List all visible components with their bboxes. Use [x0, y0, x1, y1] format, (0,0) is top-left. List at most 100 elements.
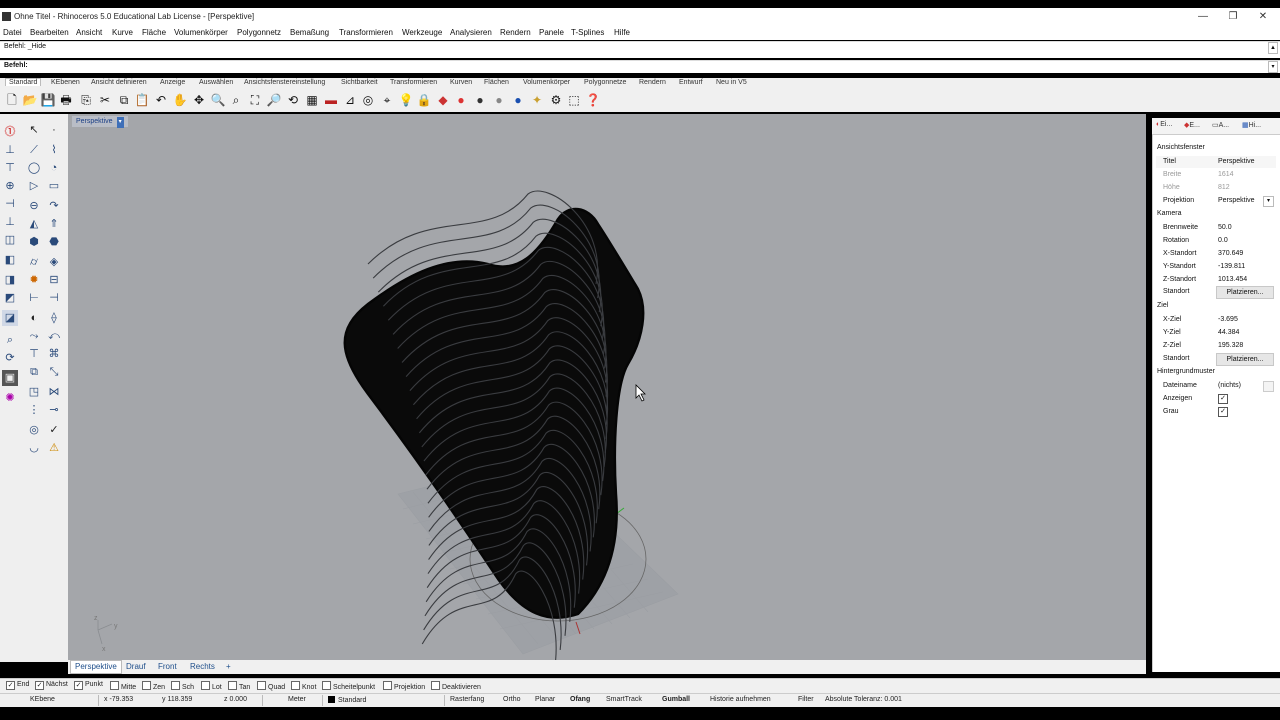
set-view-icon[interactable]: ⊣: [2, 196, 18, 212]
triangle-icon[interactable]: ▷: [26, 178, 42, 194]
osnap-naechst-checkbox[interactable]: ✓: [35, 681, 44, 690]
zoom-extents-icon[interactable]: ⛶: [247, 92, 263, 108]
check-icon[interactable]: ✓: [46, 422, 62, 438]
osnap-zen[interactable]: Zen: [142, 681, 165, 691]
menu-kurve[interactable]: Kurve: [112, 28, 133, 37]
new-file-icon[interactable]: 🗋: [4, 92, 20, 108]
osnap-lot[interactable]: Lot: [201, 681, 222, 691]
print-icon[interactable]: 🖶: [58, 92, 74, 108]
zoom-icon[interactable]: 🔍: [210, 92, 226, 108]
tab-entwurf[interactable]: Entwurf: [676, 79, 706, 86]
tab-ansichtsfenstereinstellung[interactable]: Ansichtsfenstereinstellung: [241, 79, 328, 86]
trim-icon[interactable]: ⊤: [26, 346, 42, 362]
settings-wheel-icon[interactable]: ✺: [2, 390, 18, 406]
import-icon[interactable]: ⎘: [78, 92, 94, 108]
osnap-deaktivieren-checkbox[interactable]: [431, 681, 440, 690]
command-line[interactable]: Befehl: ▾: [0, 60, 1280, 73]
rectangle-icon[interactable]: ▭: [46, 178, 62, 194]
rotate-view-icon[interactable]: ✥: [191, 92, 207, 108]
status-rasterfang[interactable]: Rasterfang: [450, 696, 484, 703]
prop-cam-x-value[interactable]: 370.649: [1218, 250, 1243, 257]
prop-rotation-value[interactable]: 0.0: [1218, 237, 1228, 244]
prop-tgt-y-value[interactable]: 44.384: [1218, 329, 1239, 336]
tab-rendern[interactable]: Rendern: [636, 79, 669, 86]
pan-hand-icon[interactable]: ✋: [172, 92, 188, 108]
osnap-tan-checkbox[interactable]: [228, 681, 237, 690]
prop-lens-value[interactable]: 50.0: [1218, 224, 1232, 231]
osnap-deaktivieren[interactable]: Deaktivieren: [431, 681, 481, 691]
menu-transformieren[interactable]: Transformieren: [339, 28, 393, 37]
mirror-icon[interactable]: ⋈: [46, 384, 62, 400]
join-icon[interactable]: ⤳: [26, 328, 42, 344]
prop-projection-select[interactable]: Perspektive: [1218, 197, 1255, 204]
paste-icon[interactable]: 📋: [134, 92, 150, 108]
menu-volumenkoerper[interactable]: Volumenkörper: [174, 28, 228, 37]
menu-tsplines[interactable]: T-Splines: [571, 28, 604, 37]
drop-icon[interactable]: ◐: [26, 310, 42, 326]
camera-place-button[interactable]: Platzieren...: [1216, 286, 1274, 299]
menu-rendern[interactable]: Rendern: [500, 28, 531, 37]
cylinder-icon[interactable]: ⌭: [26, 254, 42, 270]
status-historie[interactable]: Historie aufnehmen: [710, 696, 771, 703]
circle-icon[interactable]: ◯: [26, 160, 42, 176]
tab-polygonnetze[interactable]: Polygonnetze: [581, 79, 629, 86]
status-ortho[interactable]: Ortho: [503, 696, 521, 703]
history-scrollbar[interactable]: ▲: [1268, 42, 1278, 54]
cplane-world-icon[interactable]: ⊥: [2, 214, 18, 230]
solid-union-icon[interactable]: ⬣: [46, 234, 62, 250]
cut-icon[interactable]: ✂: [97, 92, 113, 108]
status-smarttrack[interactable]: SmartTrack: [606, 696, 642, 703]
close-button[interactable]: ✕: [1250, 10, 1276, 24]
osnap-end-checkbox[interactable]: ✓: [6, 681, 15, 690]
osnap-tan[interactable]: Tan: [228, 681, 250, 691]
fillet-curve-icon[interactable]: ↷: [46, 198, 62, 214]
scale-icon[interactable]: ⤡: [46, 364, 62, 380]
add-view-tab-button[interactable]: +: [222, 662, 235, 671]
point-icon[interactable]: ·: [46, 122, 62, 138]
explode-icon[interactable]: ⤺: [46, 328, 62, 344]
view-tab-rechts[interactable]: Rechts: [186, 662, 219, 671]
osnap-projektion-checkbox[interactable]: [383, 681, 392, 690]
material-sphere-icon[interactable]: ●: [491, 92, 507, 108]
cube-top-icon[interactable]: ◧: [2, 252, 18, 268]
environment-sphere-icon[interactable]: ●: [510, 92, 526, 108]
zoom-selected-icon[interactable]: 🔎: [266, 92, 282, 108]
arc-icon[interactable]: ◔: [46, 160, 62, 176]
status-filter[interactable]: Filter: [798, 696, 814, 703]
panel-tab-help[interactable]: ▦Hi...: [1242, 121, 1261, 129]
stop-icon[interactable]: ⓵: [2, 124, 18, 140]
osnap-naechst[interactable]: ✓ Nächst: [35, 681, 68, 690]
orient-icon[interactable]: ⊸: [46, 402, 62, 418]
status-gumball[interactable]: Gumball: [662, 696, 690, 703]
osnap-scheitelpunkt[interactable]: Scheitelpunkt: [322, 681, 375, 691]
osnap-icon[interactable]: ◎: [360, 92, 376, 108]
projection-dropdown-icon[interactable]: ▾: [1263, 196, 1274, 207]
construction-plane-icon[interactable]: ⊿: [342, 92, 358, 108]
cube-front-icon[interactable]: ◨: [2, 272, 18, 288]
prop-title-value[interactable]: Perspektive: [1218, 158, 1255, 165]
tab-anzeige[interactable]: Anzeige: [157, 79, 188, 86]
tab-sichtbarkeit[interactable]: Sichtbarkeit: [338, 79, 381, 86]
osnap-knot[interactable]: Knot: [291, 681, 316, 691]
select-icon[interactable]: ⌖: [379, 92, 395, 108]
box-cplane-icon[interactable]: ◫: [2, 232, 18, 248]
rebuild-icon[interactable]: ⌘: [46, 346, 62, 362]
cplane-icon[interactable]: ⊥: [2, 142, 18, 158]
prop-filename-value[interactable]: (nichts): [1218, 382, 1241, 389]
tab-volumenkoerper[interactable]: Volumenkörper: [520, 79, 573, 86]
restore-button[interactable]: ❐: [1220, 10, 1246, 24]
text-icon[interactable]: ⊟: [46, 272, 62, 288]
rotate-left-icon[interactable]: ⟳: [2, 350, 18, 366]
view-tab-drauf[interactable]: Drauf: [122, 662, 150, 671]
tab-neu-in-v5[interactable]: Neu in V5: [713, 79, 750, 86]
zoom-window-icon[interactable]: ⌕: [228, 92, 244, 108]
cplane-axis-icon[interactable]: ⊤: [2, 160, 18, 176]
viewport-canvas[interactable]: y x z: [68, 114, 1146, 660]
osnap-knot-checkbox[interactable]: [291, 681, 300, 690]
lock-icon[interactable]: 🔒: [416, 92, 432, 108]
viewport-menu-arrow-icon[interactable]: ▾: [116, 117, 124, 128]
prop-cam-y-value[interactable]: -139.811: [1218, 263, 1245, 270]
color-wheel-icon[interactable]: ●: [453, 92, 469, 108]
menu-datei[interactable]: Datei: [3, 28, 22, 37]
menu-hilfe[interactable]: Hilfe: [614, 28, 630, 37]
